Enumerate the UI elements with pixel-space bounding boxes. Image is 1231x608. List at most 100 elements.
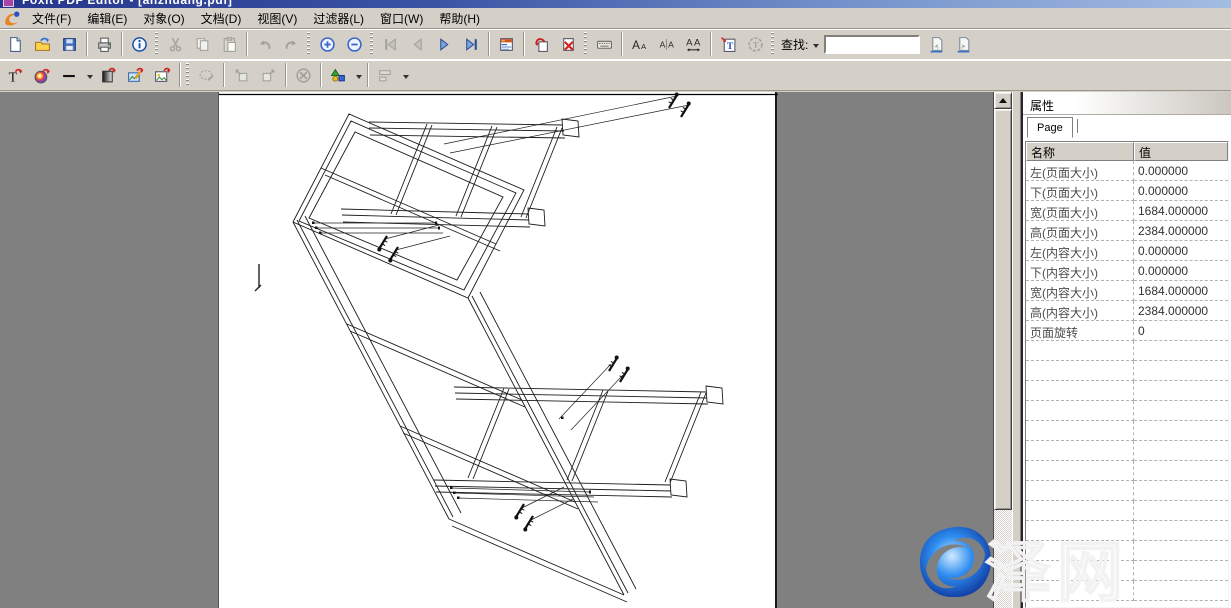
- property-row[interactable]: 宽(页面大小) 1684.000000: [1026, 201, 1228, 221]
- scrollbar-track[interactable]: [994, 510, 1012, 608]
- toolbar-grip[interactable]: [155, 32, 158, 56]
- redo-button[interactable]: [278, 31, 305, 57]
- print-button[interactable]: [91, 31, 118, 57]
- property-value: 0.000000: [1134, 181, 1228, 201]
- add-text-button[interactable]: T: [2, 62, 29, 88]
- scrollbar-thumb[interactable]: [994, 109, 1012, 510]
- copy-button[interactable]: [189, 31, 216, 57]
- scroll-up-button[interactable]: [994, 92, 1012, 109]
- font-tracking-button[interactable]: AA: [680, 31, 707, 57]
- edit-image-button[interactable]: [122, 62, 149, 88]
- menu-filter[interactable]: 过滤器(L): [305, 8, 372, 29]
- align-dropdown[interactable]: [399, 64, 411, 86]
- menu-window[interactable]: 窗口(W): [372, 8, 431, 29]
- find-previous-button[interactable]: [923, 31, 950, 57]
- technical-drawing: [219, 92, 778, 608]
- next-page-button[interactable]: [431, 31, 458, 57]
- find-next-icon: [955, 36, 972, 53]
- document-info-button[interactable]: [126, 31, 153, 57]
- property-row[interactable]: 下(内容大小) 0.000000: [1026, 261, 1228, 281]
- document-canvas[interactable]: [0, 92, 993, 608]
- find-next-button[interactable]: [950, 31, 977, 57]
- menu-help[interactable]: 帮助(H): [431, 8, 488, 29]
- transform-back-button[interactable]: [228, 62, 255, 88]
- add-shape-dropdown[interactable]: [352, 64, 364, 86]
- rotate-page-button[interactable]: [528, 31, 555, 57]
- window-title: Foxit PDF Editor - [anzhuang.pdf]: [22, 0, 232, 7]
- line-style-icon: [61, 67, 78, 84]
- property-row[interactable]: 下(页面大小) 0.000000: [1026, 181, 1228, 201]
- line-style-dropdown[interactable]: [83, 64, 95, 86]
- column-header-value[interactable]: 值: [1134, 142, 1228, 161]
- column-header-name[interactable]: 名称: [1026, 142, 1134, 161]
- property-row[interactable]: 左(页面大小) 0.000000: [1026, 161, 1228, 181]
- zoom-out-button[interactable]: [341, 31, 368, 57]
- property-value: 1684.000000: [1134, 281, 1228, 301]
- undo-button[interactable]: [251, 31, 278, 57]
- property-row[interactable]: 页面旋转 0: [1026, 321, 1228, 341]
- property-name: 高(内容大小): [1026, 301, 1134, 321]
- last-page-button[interactable]: [458, 31, 485, 57]
- previous-page-button[interactable]: [404, 31, 431, 57]
- property-value: 1684.000000: [1134, 201, 1228, 221]
- tab-page[interactable]: Page: [1027, 117, 1073, 138]
- property-row[interactable]: 左(内容大小) 0.000000: [1026, 241, 1228, 261]
- delete-page-button[interactable]: [555, 31, 582, 57]
- save-button[interactable]: [56, 31, 83, 57]
- property-name: 页面旋转: [1026, 321, 1134, 341]
- property-row[interactable]: 高(页面大小) 2384.000000: [1026, 221, 1228, 241]
- toolbar-grip[interactable]: [370, 32, 373, 56]
- property-value: 2384.000000: [1134, 221, 1228, 241]
- svg-text:A: A: [694, 37, 701, 48]
- find-dropdown-button[interactable]: [809, 33, 821, 55]
- document-menu-icon[interactable]: [3, 10, 21, 26]
- menu-file[interactable]: 文件(F): [24, 8, 79, 29]
- redo-icon: [283, 36, 300, 53]
- page-form-button[interactable]: [493, 31, 520, 57]
- object-toolbar: T: [0, 60, 1231, 91]
- vertical-scrollbar[interactable]: [993, 92, 1012, 608]
- lasso-select-button[interactable]: [193, 62, 220, 88]
- paste-button[interactable]: [216, 31, 243, 57]
- menu-bar: 文件(F) 编辑(E) 对象(O) 文档(D) 视图(V) 过滤器(L) 窗口(…: [0, 8, 1231, 29]
- transform-forward-button[interactable]: [255, 62, 282, 88]
- keyboard-button[interactable]: [591, 31, 618, 57]
- toolbar-grip[interactable]: [307, 32, 310, 56]
- open-file-button[interactable]: [29, 31, 56, 57]
- add-image-button[interactable]: [149, 62, 176, 88]
- property-row[interactable]: 高(内容大小) 2384.000000: [1026, 301, 1228, 321]
- panel-splitter[interactable]: [1012, 92, 1021, 608]
- ladder-long-leg: [293, 114, 636, 602]
- property-row[interactable]: 宽(内容大小) 1684.000000: [1026, 281, 1228, 301]
- new-document-button[interactable]: [2, 31, 29, 57]
- add-gradient-button[interactable]: [95, 62, 122, 88]
- menu-edit[interactable]: 编辑(E): [79, 8, 135, 29]
- pdf-page[interactable]: [218, 92, 777, 608]
- zoom-in-button[interactable]: [314, 31, 341, 57]
- text-circle-button[interactable]: T: [742, 31, 769, 57]
- cut-button[interactable]: [162, 31, 189, 57]
- font-size-button[interactable]: AA: [626, 31, 653, 57]
- toolbar-grip[interactable]: [771, 32, 774, 56]
- toolbar-grip[interactable]: [584, 32, 587, 56]
- delete-page-icon: [560, 36, 577, 53]
- delete-object-button[interactable]: [290, 62, 317, 88]
- menu-document[interactable]: 文档(D): [193, 8, 250, 29]
- cut-icon: [167, 36, 184, 53]
- insert-text-icon: T: [720, 36, 737, 53]
- property-value: 2384.000000: [1134, 301, 1228, 321]
- add-shape-button[interactable]: [325, 62, 352, 88]
- svg-text:T: T: [727, 40, 734, 51]
- font-width-button[interactable]: AA: [653, 31, 680, 57]
- menu-view[interactable]: 视图(V): [249, 8, 305, 29]
- insert-text-button[interactable]: T: [715, 31, 742, 57]
- align-objects-button[interactable]: [372, 62, 399, 88]
- add-text-icon: T: [7, 67, 24, 84]
- add-color-button[interactable]: [29, 62, 56, 88]
- menu-object[interactable]: 对象(O): [135, 8, 192, 29]
- find-input[interactable]: [824, 35, 920, 54]
- line-style-button[interactable]: [56, 62, 83, 88]
- first-page-button[interactable]: [377, 31, 404, 57]
- toolbar-grip[interactable]: [186, 63, 189, 87]
- toolbar-separator: [621, 32, 623, 56]
